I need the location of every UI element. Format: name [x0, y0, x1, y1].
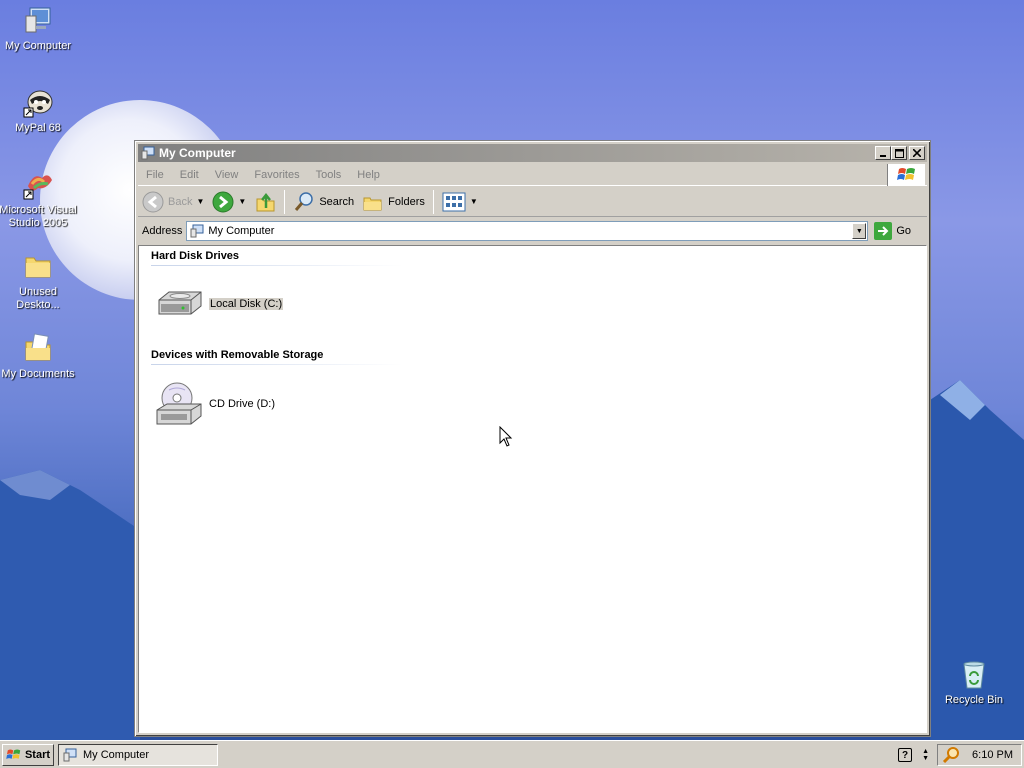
search-tray-icon[interactable]: [942, 746, 960, 764]
menu-edit[interactable]: Edit: [172, 169, 207, 181]
menu-view[interactable]: View: [207, 169, 247, 181]
visual-studio-shortcut-icon: [22, 168, 54, 200]
my-documents-icon: [22, 332, 54, 364]
drive-label: CD Drive (D:): [209, 398, 275, 410]
menu-help[interactable]: Help: [349, 169, 388, 181]
file-view: Hard Disk Drives Local Disk (C:) Devices…: [138, 245, 927, 733]
tray-scroll-arrows-icon[interactable]: ▲ ▼: [922, 748, 929, 762]
chevron-down-icon[interactable]: ▼: [470, 197, 478, 206]
address-dropdown-button[interactable]: ▼: [852, 223, 867, 239]
folder-icon: [22, 250, 54, 282]
close-icon: [913, 149, 921, 157]
back-button[interactable]: Back ▼: [138, 189, 208, 215]
help-icon[interactable]: ?: [898, 748, 913, 762]
notification-area: 6:10 PM: [937, 744, 1022, 766]
folders-button[interactable]: Folders: [358, 189, 429, 215]
my-computer-small-icon: [141, 146, 155, 160]
taskbar-item-my-computer[interactable]: My Computer: [58, 744, 218, 766]
desktop-icon-mypal[interactable]: MyPal 68: [0, 86, 78, 135]
close-button[interactable]: [909, 146, 925, 160]
group-header-removable-storage: Devices with Removable Storage: [151, 349, 324, 361]
maximize-icon: [894, 148, 904, 158]
window-title: My Computer: [159, 146, 236, 160]
folders-icon: [363, 197, 382, 210]
go-button[interactable]: Go: [874, 222, 911, 240]
desktop-icon-label: My Documents: [1, 368, 75, 380]
window-controls: [875, 146, 925, 160]
taskbar-item-label: My Computer: [83, 749, 150, 761]
forward-button[interactable]: ▼: [208, 189, 250, 215]
standard-toolbar: Back ▼ ▼ Search Folders ▼: [138, 187, 927, 217]
group-divider: [151, 364, 403, 365]
back-label: Back: [168, 195, 193, 208]
group-header-hard-disk-drives: Hard Disk Drives: [151, 250, 240, 262]
mouse-pointer-icon: [499, 426, 513, 447]
desktop-icon-label: My Computer: [4, 40, 72, 52]
views-icon: [442, 192, 466, 211]
search-label: Search: [319, 195, 355, 208]
my-computer-small-icon: [63, 748, 77, 762]
up-folder-button[interactable]: [250, 189, 280, 215]
desktop-icon-visual-studio[interactable]: Microsoft Visual Studio 2005: [0, 168, 78, 230]
cd-drive-icon: [156, 382, 202, 425]
system-tray: ? ▲ ▼ 6:10 PM: [898, 744, 1022, 766]
chevron-down-icon: ▼: [855, 227, 863, 235]
search-button[interactable]: Search: [289, 189, 358, 215]
recycle-bin-icon: [958, 658, 990, 690]
desktop-icon-label: Unused Deskto...: [16, 286, 60, 311]
menu-file[interactable]: File: [138, 169, 172, 181]
toolbar-separator: [432, 189, 434, 214]
go-arrow-icon: [874, 222, 893, 240]
desktop: My Computer MyPal 68 Microsoft Visual St…: [0, 0, 1024, 740]
drive-cd-d[interactable]: CD Drive (D:): [155, 380, 275, 428]
desktop-icon-my-documents[interactable]: My Documents: [0, 332, 78, 381]
menu-tools[interactable]: Tools: [308, 169, 350, 181]
address-input[interactable]: My Computer ▼: [186, 221, 869, 241]
start-button[interactable]: Start: [2, 744, 54, 766]
drive-local-disk-c[interactable]: Local Disk (C:): [155, 288, 284, 320]
taskbar: Start My Computer ? ▲ ▼ 6:10 PM: [0, 740, 1024, 768]
desktop-icon-label: MyPal 68: [15, 122, 61, 134]
title-bar[interactable]: My Computer: [138, 144, 927, 162]
address-bar: Address My Computer ▼ Go: [138, 219, 927, 243]
my-computer-window: My Computer File Edit View Favorites Too…: [134, 140, 931, 737]
windows-logo: [887, 164, 925, 186]
folders-label: Folders: [388, 195, 425, 208]
toolbar-separator: [284, 189, 286, 214]
mountain-left-wallpaper: [0, 470, 140, 740]
my-computer-icon: [22, 4, 54, 36]
search-icon: [295, 191, 314, 211]
views-button[interactable]: ▼: [438, 189, 482, 215]
up-folder-icon: [256, 192, 275, 211]
desktop-icon-unused-folder[interactable]: Unused Deskto...: [0, 250, 78, 312]
start-label: Start: [24, 749, 51, 761]
windows-flag-icon: [6, 749, 21, 759]
desktop-icon-my-computer[interactable]: My Computer: [0, 4, 78, 53]
desktop-icon-recycle-bin[interactable]: Recycle Bin: [934, 658, 1014, 707]
group-divider: [151, 265, 403, 266]
minimize-icon: [880, 155, 886, 157]
chevron-down-icon[interactable]: ▼: [238, 197, 246, 206]
back-arrow-icon: [142, 191, 164, 212]
menu-favorites[interactable]: Favorites: [246, 169, 307, 181]
drive-label: Local Disk (C:): [209, 298, 284, 310]
address-label: Address: [142, 225, 183, 237]
go-label: Go: [896, 225, 912, 237]
menu-bar: File Edit View Favorites Tools Help: [138, 164, 927, 186]
forward-arrow-icon: [212, 191, 234, 212]
windows-flag-icon: [896, 168, 915, 180]
address-value: My Computer: [208, 225, 275, 237]
desktop-icon-label: Microsoft Visual Studio 2005: [0, 204, 77, 229]
chevron-down-icon[interactable]: ▼: [196, 197, 204, 206]
maximize-button[interactable]: [891, 146, 907, 160]
clock[interactable]: 6:10 PM: [972, 749, 1013, 761]
minimize-button[interactable]: [875, 146, 891, 160]
hard-disk-icon: [158, 291, 202, 315]
my-computer-small-icon: [190, 224, 204, 238]
raccoon-shortcut-icon: [22, 86, 54, 118]
desktop-icon-label: Recycle Bin: [944, 694, 1004, 706]
